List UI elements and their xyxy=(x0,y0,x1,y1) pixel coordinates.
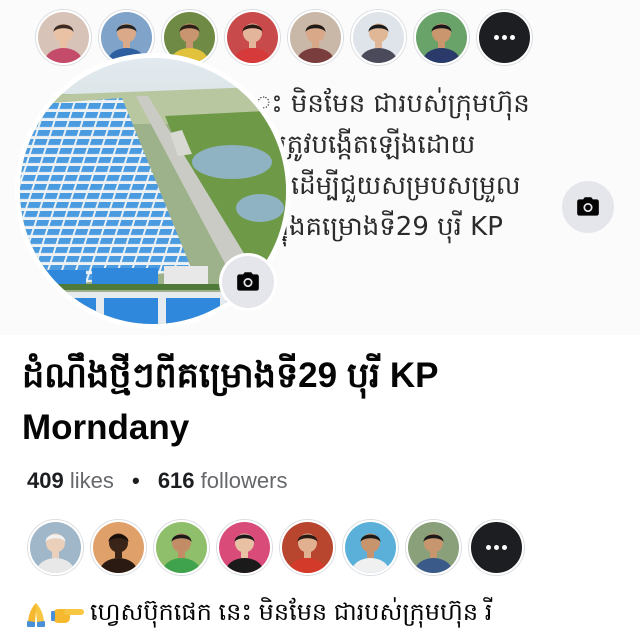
friend-avatar[interactable] xyxy=(351,10,406,65)
avatar-photo xyxy=(227,12,278,63)
avatar-photo xyxy=(282,522,333,573)
friend-avatar[interactable] xyxy=(225,10,280,65)
avatar-photo xyxy=(156,522,207,573)
pointing-right-icon xyxy=(51,609,84,623)
friend-avatar[interactable] xyxy=(154,520,209,575)
friend-avatar[interactable] xyxy=(406,520,461,575)
page-stats: 409 likes • 616 followers xyxy=(27,468,287,494)
friends-avatar-row xyxy=(28,520,524,575)
page-intro-text: ហ្វេសប៊ុកផេក នេះ មិនមែន ជារបស់ក្រុមហ៊ុន … xyxy=(22,596,622,632)
more-friends-button[interactable] xyxy=(469,520,524,575)
more-dots-icon xyxy=(494,35,515,40)
likes-label: likes xyxy=(69,468,114,493)
cover-text: ះ មិនមែន ជារបស់ក្រុមហ៊ុន ាត្រូវបង្កើតឡើង… xyxy=(256,84,530,248)
likes-count: 409 xyxy=(27,468,64,493)
avatar-photo xyxy=(345,522,396,573)
likes-link[interactable]: 409 likes xyxy=(27,468,120,493)
avatar-photo xyxy=(353,12,404,63)
camera-icon xyxy=(577,197,599,216)
friend-avatar[interactable] xyxy=(217,520,272,575)
avatar-photo xyxy=(408,522,459,573)
cover-avatar-row xyxy=(36,10,532,65)
stats-separator: • xyxy=(131,468,140,493)
page-title: ដំណឹងថ្មីៗពីគម្រោងទី29 បុរី KP Morndany xyxy=(22,356,438,447)
friend-avatar[interactable] xyxy=(343,520,398,575)
edit-cover-photo-button[interactable] xyxy=(562,181,614,233)
cover-text-line: នក្នុងគម្រោងទី29 បុរី KP xyxy=(256,212,503,242)
avatar-photo xyxy=(93,522,144,573)
camera-icon xyxy=(237,272,259,291)
friend-avatar[interactable] xyxy=(280,520,335,575)
followers-label: followers xyxy=(200,468,288,493)
avatar-photo xyxy=(290,12,341,63)
avatar-photo xyxy=(219,522,270,573)
more-dots-icon xyxy=(486,545,507,550)
followers-link[interactable]: 616 followers xyxy=(158,468,288,493)
friend-avatar[interactable] xyxy=(288,10,343,65)
friend-avatar[interactable] xyxy=(28,520,83,575)
avatar-photo xyxy=(416,12,467,63)
more-friends-button[interactable] xyxy=(477,10,532,65)
edit-profile-picture-button[interactable] xyxy=(222,256,274,308)
friend-avatar[interactable] xyxy=(414,10,469,65)
cover-text-line: ាត្រូវបង្កើតឡើងដោយ xyxy=(256,130,476,160)
avatar-photo xyxy=(38,12,89,63)
followers-count: 616 xyxy=(157,468,195,493)
intro-text: ហ្វេសប៊ុកផេក នេះ មិនមែន ជារបស់ក្រុមហ៊ុន … xyxy=(90,598,493,626)
cover-text-line: ះ មិនមែន ជារបស់ក្រុមហ៊ុន xyxy=(256,89,530,119)
friend-avatar[interactable] xyxy=(91,520,146,575)
cover-text-line: ះ ដើម្បីជួយសម្របសម្រួល xyxy=(256,171,521,201)
friend-avatar[interactable] xyxy=(36,10,91,65)
folded-hands-icon xyxy=(27,603,45,627)
avatar-photo xyxy=(30,522,81,573)
